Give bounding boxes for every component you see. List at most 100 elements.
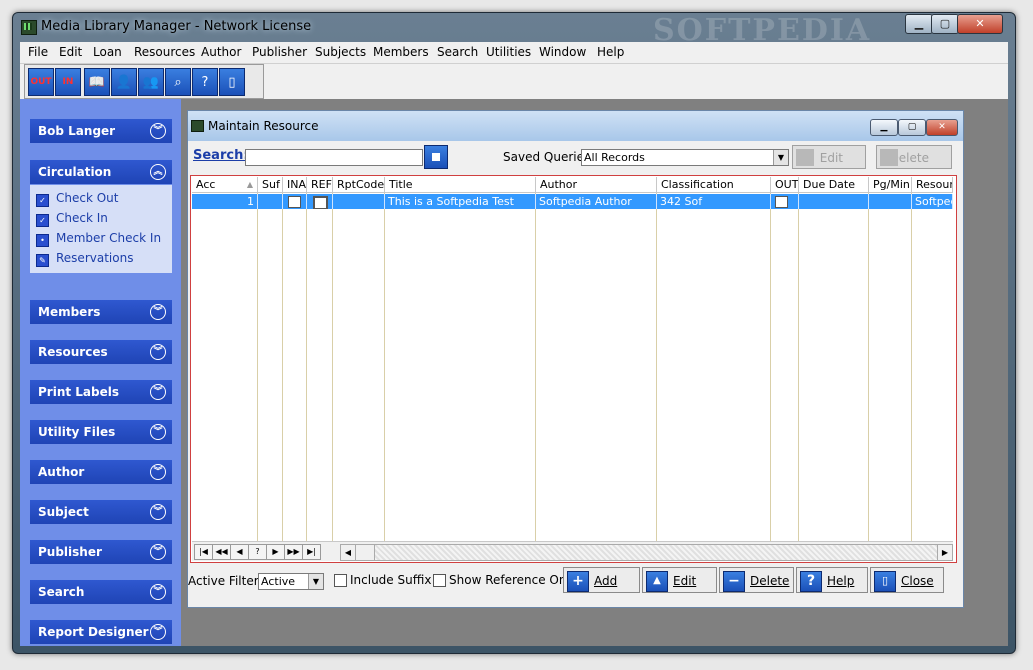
column-header-classification[interactable]: Classification: [657, 177, 771, 193]
scroll-left-icon[interactable]: ◀: [341, 545, 356, 560]
edit-button[interactable]: ▲ Edit: [642, 567, 717, 593]
scroll-thumb[interactable]: [356, 545, 375, 560]
nav-prev-button[interactable]: ◀: [230, 544, 249, 560]
sidebar-print-labels[interactable]: Print Labels ︾: [30, 380, 172, 404]
sidebar-utility-files[interactable]: Utility Files ︾: [30, 420, 172, 444]
menu-publisher[interactable]: Publisher: [252, 45, 307, 59]
circulation-item-check-out[interactable]: ✓ Check Out: [36, 191, 118, 207]
chevron-down-icon[interactable]: ︾: [150, 123, 166, 139]
sidebar-publisher[interactable]: Publisher ︾: [30, 540, 172, 564]
out-checkbox[interactable]: [775, 196, 788, 208]
column-header-rptcode[interactable]: RptCode: [333, 177, 385, 193]
ina-checkbox[interactable]: [288, 196, 301, 208]
menu-loan[interactable]: Loan: [93, 45, 122, 59]
menu-help[interactable]: Help: [597, 45, 624, 59]
chevron-down-icon[interactable]: ︾: [150, 584, 166, 600]
title-bar[interactable]: Media Library Manager - Network License …: [13, 13, 1015, 48]
column-header-ref[interactable]: REF: [307, 177, 333, 193]
add-button[interactable]: + Add: [563, 567, 640, 593]
member-toolbar-button[interactable]: 👤: [111, 68, 137, 96]
chevron-down-icon[interactable]: ︾: [150, 544, 166, 560]
nav-last-button[interactable]: ▶|: [302, 544, 321, 560]
menu-subjects[interactable]: Subjects: [315, 45, 366, 59]
chevron-down-icon[interactable]: ︾: [150, 464, 166, 480]
child-maximize-button[interactable]: ▢: [898, 119, 926, 136]
members-toolbar-button[interactable]: 👥: [138, 68, 164, 96]
saved-queries-select[interactable]: All Records ▼: [581, 149, 789, 166]
sidebar-members[interactable]: Members ︾: [30, 300, 172, 324]
column-header-pg-min[interactable]: Pg/Min: [869, 177, 912, 193]
sidebar-search[interactable]: Search ︾: [30, 580, 172, 604]
column-header-title[interactable]: Title: [385, 177, 536, 193]
query-edit-button[interactable]: Edit: [792, 145, 866, 169]
sidebar-subject[interactable]: Subject ︾: [30, 500, 172, 524]
sidebar-report-designer[interactable]: Report Designer ︾: [30, 620, 172, 644]
search-toolbar-button[interactable]: ⌕: [165, 68, 191, 96]
help-toolbar-button[interactable]: ?: [192, 68, 218, 96]
nav-find-button[interactable]: ?: [248, 544, 267, 560]
child-close-button[interactable]: ✕: [926, 119, 958, 136]
circulation-item-check-in[interactable]: ✓ Check In: [36, 211, 108, 227]
people-icon: 👥: [142, 74, 160, 90]
menu-edit[interactable]: Edit: [59, 45, 82, 59]
chevron-down-icon[interactable]: ︾: [150, 344, 166, 360]
sidebar-user[interactable]: Bob Langer ︾: [30, 119, 172, 143]
chevron-down-icon[interactable]: ︾: [150, 304, 166, 320]
search-go-button[interactable]: [424, 145, 448, 169]
chevron-down-icon[interactable]: ︾: [150, 424, 166, 440]
column-header-ina[interactable]: INA: [283, 177, 307, 193]
show-reference-only-checkbox[interactable]: [433, 574, 446, 587]
ref-checkbox[interactable]: [313, 196, 328, 209]
column-header-author[interactable]: Author: [536, 177, 657, 193]
menu-resources[interactable]: Resources: [134, 45, 195, 59]
include-suffix-checkbox[interactable]: [334, 574, 347, 587]
query-delete-button[interactable]: Delete: [876, 145, 952, 169]
chevron-down-icon[interactable]: ︾: [150, 624, 166, 640]
circulation-item-member-check-in[interactable]: • Member Check In: [36, 231, 161, 247]
close-form-button[interactable]: ▯ Close: [870, 567, 944, 593]
chevron-down-icon[interactable]: ︾: [150, 504, 166, 520]
checkin-toolbar-button[interactable]: IN: [55, 68, 81, 96]
checkout-toolbar-button[interactable]: OUT: [28, 68, 54, 96]
help-button[interactable]: ? Help: [796, 567, 868, 593]
exit-toolbar-button[interactable]: ▯: [219, 68, 245, 96]
dropdown-arrow-icon[interactable]: ▼: [773, 150, 788, 165]
column-header-out[interactable]: OUT: [771, 177, 799, 193]
chevron-down-icon[interactable]: ︾: [150, 384, 166, 400]
search-input[interactable]: [245, 149, 423, 166]
circulation-item-reservations[interactable]: ✎ Reservations: [36, 251, 133, 267]
sidebar-author[interactable]: Author ︾: [30, 460, 172, 484]
sort-ascending-icon: ▲: [246, 180, 253, 189]
menu-bar: File Edit Loan Resources Author Publishe…: [20, 42, 1008, 63]
minimize-button[interactable]: ▁: [905, 14, 933, 34]
child-title-bar[interactable]: Maintain Resource ▁ ▢ ✕: [188, 111, 963, 141]
delete-button[interactable]: − Delete: [719, 567, 794, 593]
menu-window[interactable]: Window: [539, 45, 586, 59]
menu-utilities[interactable]: Utilities: [486, 45, 531, 59]
column-header-suf[interactable]: Suf: [258, 177, 283, 193]
nav-first-button[interactable]: |◀: [194, 544, 213, 560]
maximize-button[interactable]: ▢: [931, 14, 959, 34]
chevron-up-icon[interactable]: ︽: [150, 164, 166, 180]
active-filter-select[interactable]: Active ▼: [258, 573, 324, 590]
menu-members[interactable]: Members: [373, 45, 429, 59]
column-header-resource[interactable]: Resource: [912, 177, 953, 193]
dropdown-arrow-icon[interactable]: ▼: [308, 574, 323, 589]
menu-file[interactable]: File: [28, 45, 48, 59]
nav-prev-page-button[interactable]: ◀◀: [212, 544, 231, 560]
menu-search[interactable]: Search: [437, 45, 478, 59]
nav-next-button[interactable]: ▶: [266, 544, 285, 560]
column-header-due-date[interactable]: Due Date: [799, 177, 869, 193]
menu-author[interactable]: Author: [201, 45, 241, 59]
cell-pg-min: [869, 194, 912, 209]
close-button[interactable]: ✕: [957, 14, 1003, 34]
sidebar-circulation[interactable]: Circulation ︽: [30, 160, 172, 184]
table-row[interactable]: 1 This is a Softpedia Test Softpedia Aut…: [192, 194, 953, 209]
column-header-acc[interactable]: Acc ▲: [192, 177, 258, 193]
sidebar-resources[interactable]: Resources ︾: [30, 340, 172, 364]
nav-next-page-button[interactable]: ▶▶: [284, 544, 303, 560]
resources-toolbar-button[interactable]: 📖: [84, 68, 110, 96]
child-minimize-button[interactable]: ▁: [870, 119, 898, 136]
scroll-right-icon[interactable]: ▶: [937, 545, 952, 560]
horizontal-scrollbar[interactable]: ◀ ▶: [340, 544, 953, 561]
